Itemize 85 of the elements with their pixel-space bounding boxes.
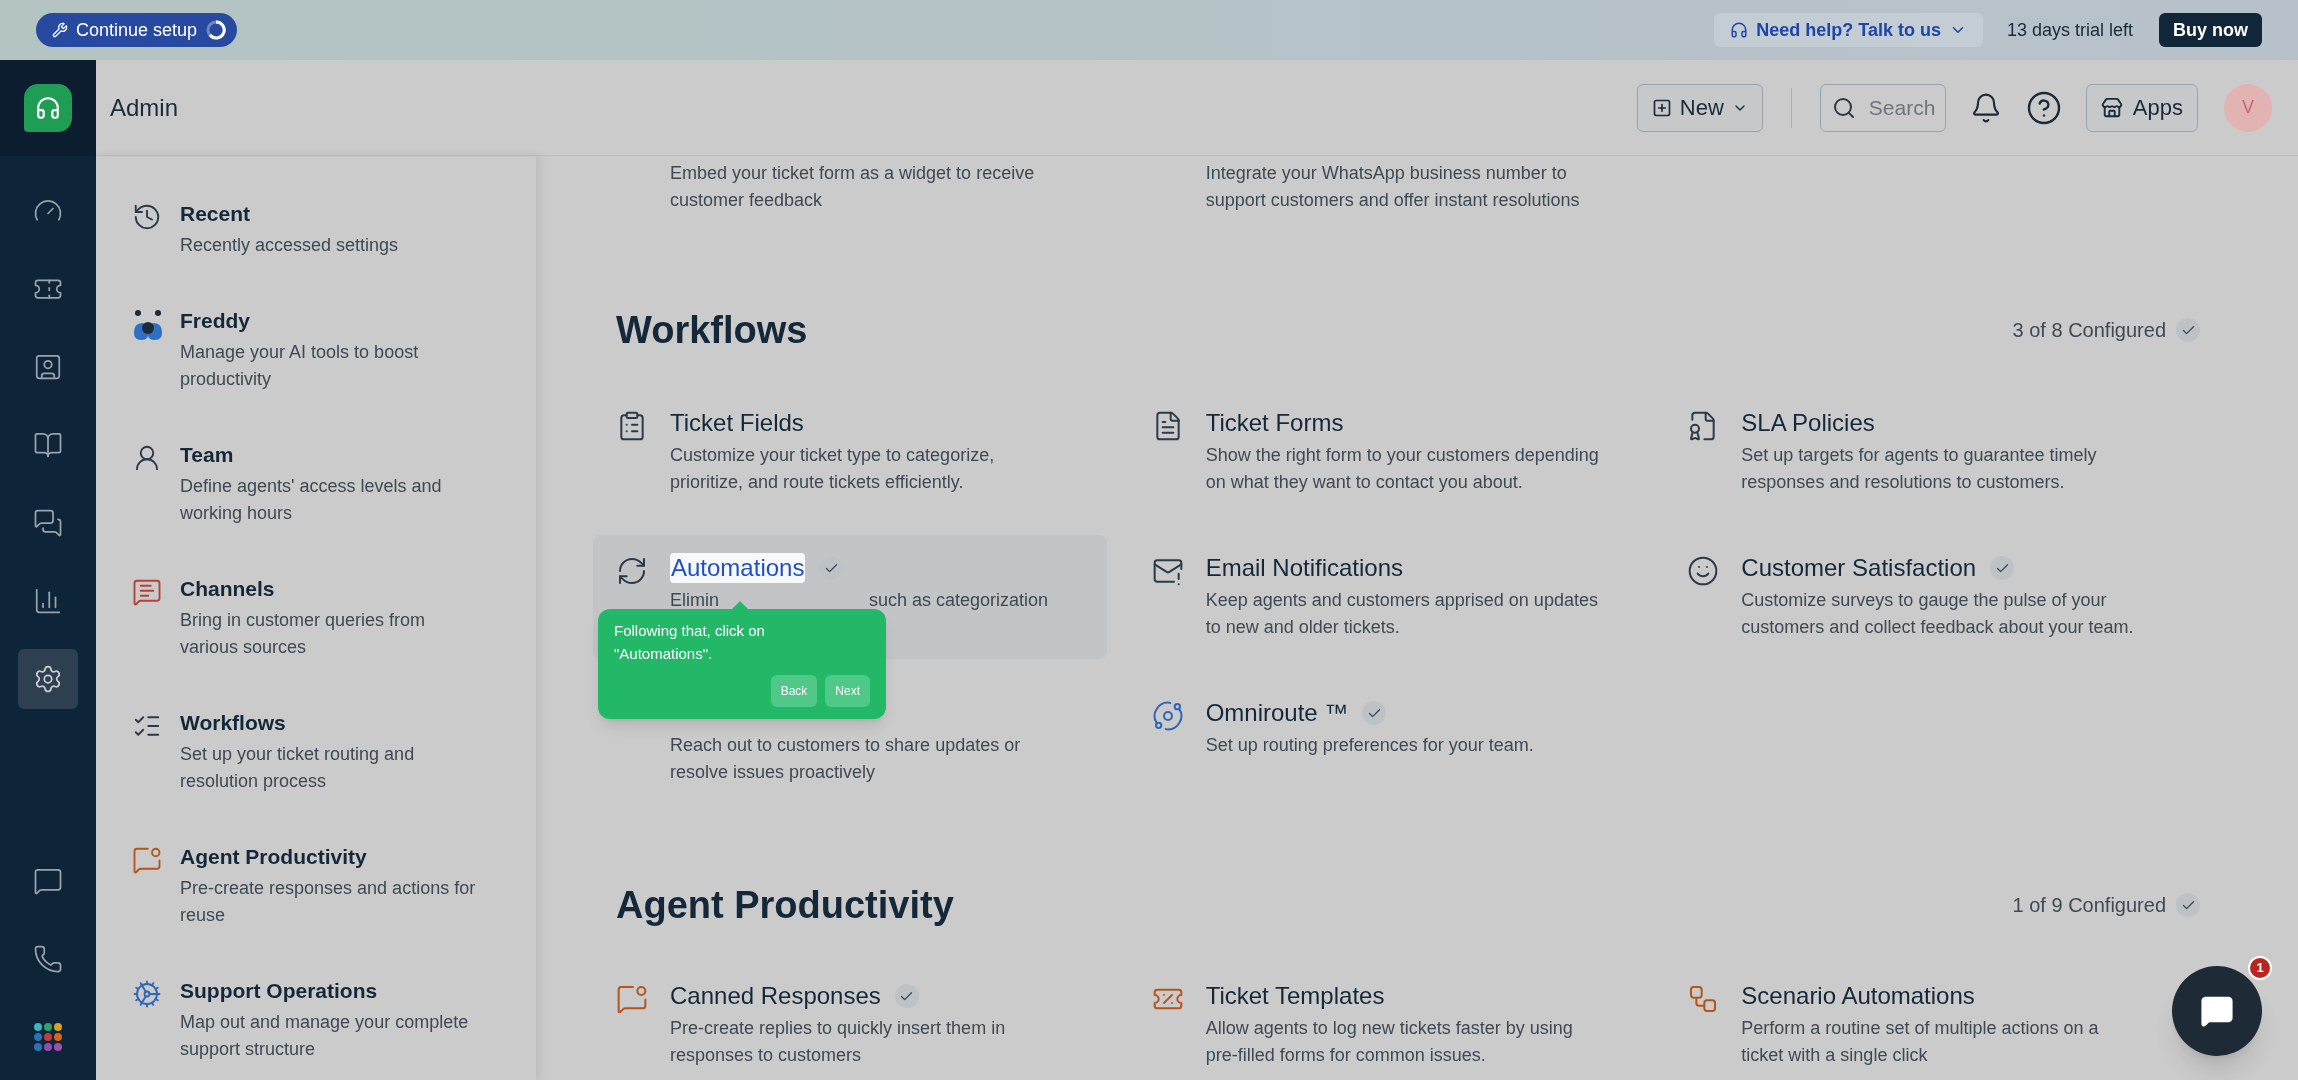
chart-icon	[33, 586, 63, 616]
configured-check-icon	[1362, 701, 1387, 725]
settings-category-description: Map out and manage your complete support structure	[180, 1011, 470, 1061]
book-icon	[33, 430, 63, 460]
setting-description: Perform a routine set of multiple actions on a ticket with a single click	[1741, 1017, 2100, 1067]
chat-icon	[2200, 994, 2234, 1028]
settings-category-title[interactable]: Support Operations	[180, 977, 480, 1005]
settings-category-title[interactable]: Recent	[180, 200, 480, 228]
setting-title[interactable]: Omniroute ™	[1205, 698, 1349, 728]
help-icon[interactable]	[2025, 89, 2062, 126]
setting-description: Show the right form to your customers depending on what they want to contact you about.	[1205, 444, 1600, 494]
page-title: Admin	[110, 92, 179, 123]
settings-category-description: Define agents' access levels and working hours	[180, 475, 443, 525]
setting-title[interactable]: Automations	[670, 553, 806, 583]
setting-description: Embed your ticket form as a widget to receive customer feedback	[669, 162, 1036, 212]
rail-item[interactable]	[18, 649, 78, 709]
trial-text: 13 days trial left	[2006, 18, 2133, 42]
setting-title[interactable]: SLA Policies	[1741, 408, 1875, 438]
setting-title[interactable]: Scenario Automations	[1741, 981, 1975, 1011]
setting-description: Keep agents and customers apprised on updates to new and older tickets.	[1205, 589, 1599, 639]
setting-title[interactable]: Canned Responses	[670, 981, 881, 1011]
orbit-icon	[1151, 700, 1184, 732]
setting-title[interactable]: Customer Satisfaction	[1741, 553, 1977, 583]
progress-ring-icon	[205, 19, 228, 41]
setting-description: Integrate your WhatsApp business number to support customers and offer instant resolutions	[1204, 162, 1581, 212]
settings-category-description: Recently accessed settings	[180, 234, 400, 257]
app-logo[interactable]	[24, 84, 72, 132]
setting-title[interactable]: Email Notifications	[1205, 553, 1404, 583]
setting-description: Customize surveys to gauge the pulse of your customers and collect feedback about your team.	[1741, 589, 2135, 639]
notification-badge: 1	[2248, 956, 2272, 980]
setting-description: Set up targets for agents to guarantee timely responses and resolutions to customers.	[1741, 444, 2098, 494]
chats-icon	[33, 508, 63, 538]
settings-category-title[interactable]: Workflows	[180, 709, 480, 737]
setting-title[interactable]: Ticket Fields	[670, 408, 804, 438]
setting-description: such as categorization	[869, 589, 1049, 612]
contact-card-icon	[33, 352, 63, 382]
section-heading: Workflows	[616, 308, 808, 353]
configured-check-icon	[819, 556, 844, 580]
check-icon	[2176, 893, 2200, 917]
settings-category-description: Pre-create responses and actions for reuse	[180, 877, 477, 927]
setting-title[interactable]: Ticket Templates	[1205, 981, 1385, 1011]
section-heading: Agent Productivity	[616, 883, 954, 928]
bear-face-icon	[132, 309, 164, 341]
search-field[interactable]: Search	[1819, 83, 1946, 132]
message-icon	[132, 577, 162, 607]
apps-grid-icon[interactable]	[33, 1022, 63, 1052]
store-icon	[2100, 96, 2123, 119]
continue-setup-button[interactable]: Continue setup	[36, 13, 238, 47]
configured-count: 1 of 9 Configured	[2012, 893, 2166, 918]
apps-button[interactable]: Apps	[2085, 83, 2198, 132]
wrench-icon	[52, 22, 68, 38]
settings-category-title[interactable]: Team	[180, 441, 480, 469]
setting-description: Pre-create replies to quickly insert them in responses to customers	[670, 1017, 1007, 1067]
settings-icon	[33, 664, 63, 694]
setting-description: Elimin	[670, 589, 719, 612]
message-dot-icon	[132, 845, 162, 875]
search-icon	[1831, 95, 1856, 120]
setting-description: Allow agents to log new tickets faster by using pre-filled forms for common issues.	[1205, 1017, 1574, 1067]
help-button[interactable]: Need help? Talk to us	[1714, 13, 1983, 47]
headset-icon	[1730, 21, 1749, 39]
phone-icon[interactable]	[33, 944, 63, 974]
configured-check-icon	[1990, 556, 2015, 580]
gear-icon	[132, 979, 162, 1009]
headset-icon	[35, 95, 61, 121]
chat-icon[interactable]	[33, 866, 63, 896]
history-icon	[132, 202, 162, 232]
settings-category-title[interactable]: Channels	[180, 575, 480, 603]
plus-icon	[1651, 97, 1672, 118]
settings-category-title[interactable]: Agent Productivity	[180, 843, 480, 871]
settings-category-title[interactable]: Freddy	[180, 307, 480, 335]
new-button[interactable]: New	[1636, 83, 1763, 132]
settings-category-description: Set up your ticket routing and resolution process	[180, 743, 416, 793]
setting-description: Reach out to customers to share updates or resolve issues proactively	[670, 734, 1022, 784]
settings-category-description: Manage your AI tools to boost productivity	[180, 341, 420, 391]
settings-category-description: Bring in customer queries from various sources	[180, 609, 427, 659]
configured-count: 3 of 8 Configured	[2012, 318, 2166, 343]
buy-now-button[interactable]: Buy now	[2159, 13, 2262, 47]
setting-title[interactable]: Ticket Forms	[1205, 408, 1344, 438]
check-icon	[2176, 318, 2200, 342]
refresh-icon	[616, 555, 648, 587]
message-dot-icon	[616, 983, 648, 1015]
setting-description: Set up routing preferences for your team.	[1205, 734, 1535, 757]
setting-description: Customize your ticket type to categorize, prioritize, and route tickets efficiently.	[670, 444, 996, 494]
smile-icon	[1687, 555, 1720, 587]
configured-check-icon	[894, 984, 919, 1008]
